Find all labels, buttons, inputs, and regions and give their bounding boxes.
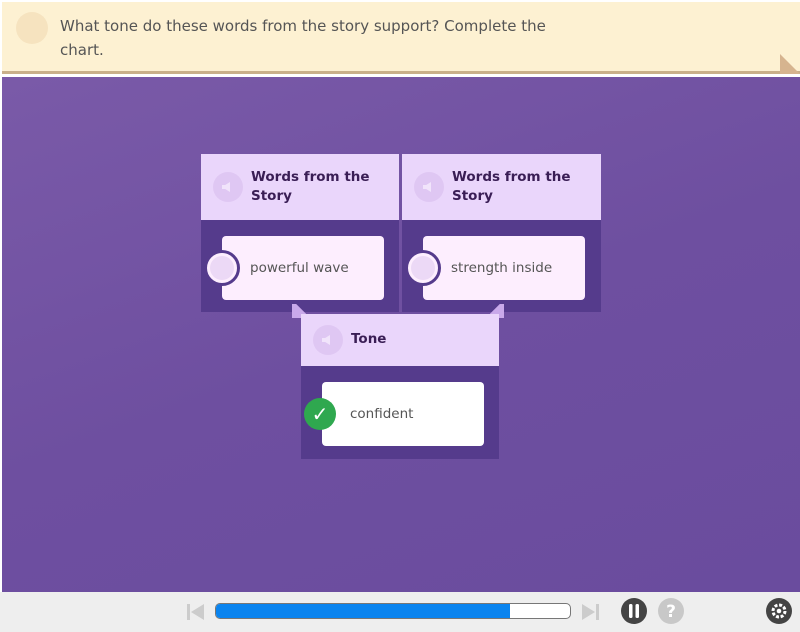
skip-forward-icon[interactable] [580, 602, 600, 622]
progress-fill [216, 604, 510, 618]
speaker-icon[interactable] [204, 250, 240, 286]
column-header-text: Words from the Story [452, 169, 571, 204]
column-header: Words from the Story [201, 154, 399, 220]
speaker-icon[interactable] [405, 250, 441, 286]
speaker-icon[interactable] [313, 325, 343, 355]
column-header-text: Words from the Story [251, 169, 370, 204]
banner-fold [780, 54, 800, 74]
speaker-icon[interactable] [414, 172, 444, 202]
svg-text:?: ? [666, 602, 676, 622]
question-text: What tone do these words from the story … [60, 17, 546, 59]
pause-icon[interactable] [621, 598, 647, 624]
speaker-icon[interactable] [16, 12, 48, 44]
answer-card[interactable]: powerful wave [204, 236, 384, 300]
help-icon[interactable]: ? [658, 598, 684, 624]
skip-back-icon[interactable] [186, 602, 206, 622]
question-banner: What tone do these words from the story … [2, 2, 800, 74]
checkmark-icon: ✓ [304, 398, 336, 430]
speaker-icon[interactable] [213, 172, 243, 202]
answer-card[interactable]: strength inside [405, 236, 585, 300]
column-words-2: Words from the Story strength inside [402, 154, 601, 312]
column-tone: Tone ✓ confident [301, 314, 499, 459]
answer-text: powerful wave [250, 260, 349, 276]
column-words-1: Words from the Story powerful wave [201, 154, 399, 312]
progress-bar[interactable] [215, 603, 571, 619]
activity-stage: What tone do these words from the story … [0, 0, 800, 632]
column-header-text: Tone [351, 331, 387, 347]
column-header: Words from the Story [402, 154, 601, 220]
answer-card[interactable]: ✓ confident [304, 382, 484, 446]
settings-icon[interactable] [766, 598, 792, 624]
answer-text: confident [350, 406, 414, 422]
answer-text: strength inside [451, 260, 553, 276]
column-header: Tone [301, 314, 499, 366]
